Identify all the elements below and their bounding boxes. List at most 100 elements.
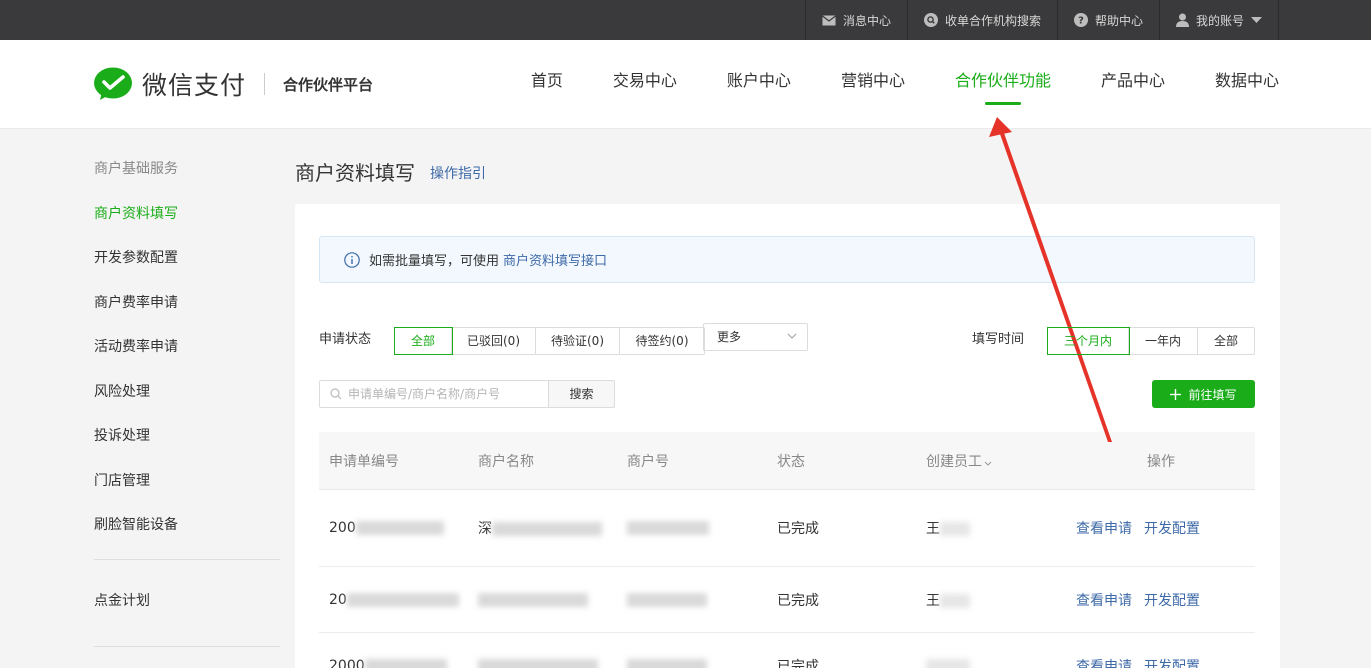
nav-transactions[interactable]: 交易中心 [613, 40, 677, 129]
nav-products[interactable]: 产品中心 [1101, 40, 1165, 129]
search-field [319, 380, 548, 408]
cell-id-prefix: 2000 [329, 657, 365, 668]
top-item-help[interactable]: ? 帮助中心 [1056, 0, 1159, 40]
more-status-value: 更多 [717, 330, 742, 344]
platform-name: 合作伙伴平台 [283, 75, 374, 94]
sidebar-item-stores[interactable]: 门店管理 [94, 462, 280, 507]
sidebar-item-gold-plan[interactable]: 点金计划 [94, 582, 280, 627]
sidebar-divider [94, 558, 280, 560]
top-item-messages[interactable]: 消息中心 [804, 0, 907, 40]
nav-marketing[interactable]: 营销中心 [841, 40, 905, 129]
top-item-label: 消息中心 [842, 13, 891, 28]
notice-text: 如需批量填写，可使用 [369, 254, 500, 269]
dev-config-link[interactable]: 开发配置 [1144, 590, 1200, 610]
plus-icon [1170, 388, 1182, 400]
cell-status: 已完成 [777, 521, 819, 537]
redacted-block [478, 658, 598, 668]
redacted-block [926, 658, 970, 668]
view-application-link[interactable]: 查看申请 [1076, 518, 1132, 538]
nav-data[interactable]: 数据中心 [1215, 40, 1279, 129]
cell-name: 深 [478, 518, 627, 538]
redacted-block [627, 521, 709, 535]
status-option-all[interactable]: 全部 [394, 327, 453, 355]
wechat-pay-logo-icon [94, 67, 134, 101]
caret-down-icon [1251, 16, 1262, 24]
cell-id-prefix: 200 [329, 520, 356, 536]
cell-status: 已完成 [777, 592, 819, 609]
sidebar-item-dev-config[interactable]: 开发参数配置 [94, 239, 280, 284]
time-option-all[interactable]: 全部 [1198, 328, 1254, 354]
status-option-pending-verify[interactable]: 待验证(0) [536, 328, 620, 354]
main-nav: 首页 交易中心 账户中心 营销中心 合作伙伴功能 产品中心 数据中心 [481, 40, 1279, 129]
help-icon: ? [1073, 13, 1088, 27]
column-header-actions: 操作 [1147, 453, 1175, 470]
more-status-select[interactable]: 更多 [703, 323, 808, 351]
go-fill-button[interactable]: 前往填写 [1152, 380, 1255, 408]
redacted-block [478, 592, 588, 607]
view-application-link[interactable]: 查看申请 [1076, 590, 1132, 610]
cell-staff: 王 [926, 518, 1076, 538]
cell-actions: 查看申请 开发配置 [1076, 518, 1255, 538]
time-filter-group: 三个月内 一年内 全部 [1047, 327, 1255, 355]
top-item-label: 收单合作机构搜索 [944, 13, 1041, 28]
top-item-acquirer-search[interactable]: 收单合作机构搜索 [906, 0, 1057, 40]
cell-merchant-no [627, 658, 777, 668]
content-card: 如需批量填写，可使用 商户资料填写接口 申请状态 全部 已驳回(0) 待验证(0… [295, 204, 1280, 668]
sidebar-item-merchant-info[interactable]: 商户资料填写 [94, 195, 280, 240]
nav-account[interactable]: 账户中心 [727, 40, 791, 129]
sidebar-item-risk[interactable]: 风险处理 [94, 373, 280, 418]
time-option-three-months[interactable]: 三个月内 [1047, 327, 1130, 355]
cell-id: 200 [319, 520, 478, 536]
info-notice: 如需批量填写，可使用 商户资料填写接口 [319, 236, 1255, 283]
cell-id: 2000 [319, 658, 478, 668]
cell-name [478, 592, 627, 608]
sidebar: 商户基础服务 商户资料填写 开发参数配置 商户费率申请 活动费率申请 风险处理 … [94, 150, 280, 647]
column-header-name: 商户名称 [478, 453, 534, 470]
cell-merchant-no [627, 592, 777, 608]
table-row: 20 已完成 王 查看申请 开发配置 [319, 567, 1255, 633]
cell-id-prefix: 20 [329, 591, 347, 608]
status-option-pending-sign[interactable]: 待签约(0) [620, 328, 704, 354]
top-bar-menu: 消息中心 收单合作机构搜索 ? 帮助中心 我的账号 [804, 0, 1279, 40]
cell-staff: 王 [926, 590, 1076, 610]
sidebar-group-title: 商户基础服务 [94, 161, 178, 177]
dev-config-link[interactable]: 开发配置 [1144, 518, 1200, 538]
search-circle-icon [923, 13, 938, 27]
cell-name [478, 658, 627, 668]
status-filter-label: 申请状态 [319, 332, 372, 347]
dev-config-link[interactable]: 开发配置 [1144, 656, 1200, 668]
main-header: 微信支付 合作伙伴平台 首页 交易中心 账户中心 营销中心 合作伙伴功能 产品中… [0, 40, 1371, 129]
top-item-account[interactable]: 我的账号 [1158, 0, 1279, 40]
sidebar-item-face-devices[interactable]: 刷脸智能设备 [94, 506, 280, 551]
redacted-block [627, 592, 707, 607]
status-option-rejected[interactable]: 已驳回(0) [452, 328, 536, 354]
cell-actions: 查看申请 开发配置 [1076, 590, 1255, 610]
guide-link[interactable]: 操作指引 [430, 163, 486, 183]
sidebar-item-fee-apply[interactable]: 商户费率申请 [94, 284, 280, 329]
column-header-staff[interactable]: 创建员工 [926, 451, 1076, 471]
view-application-link[interactable]: 查看申请 [1076, 656, 1132, 668]
search-icon [330, 388, 342, 400]
redacted-block [940, 522, 970, 536]
search-input[interactable] [348, 387, 538, 401]
user-icon [1175, 13, 1189, 27]
table-row: 200 深 已完成 王 查看申请 开发配置 [319, 490, 1255, 567]
sidebar-divider [94, 646, 280, 647]
column-header-id: 申请单编号 [329, 453, 399, 470]
brand-name: 微信支付 [142, 71, 247, 100]
time-filter-label: 填写时间 [972, 332, 1025, 347]
sidebar-item-activity-fee[interactable]: 活动费率申请 [94, 328, 280, 373]
cell-staff-prefix: 王 [926, 521, 940, 537]
nav-partner-functions[interactable]: 合作伙伴功能 [955, 40, 1051, 129]
search-bar: 搜索 [319, 380, 615, 408]
search-button[interactable]: 搜索 [548, 380, 615, 408]
sidebar-item-complaints[interactable]: 投诉处理 [94, 417, 280, 462]
logo[interactable]: 微信支付 合作伙伴平台 [94, 66, 373, 102]
svg-text:?: ? [1078, 16, 1084, 27]
time-option-one-year[interactable]: 一年内 [1129, 328, 1198, 354]
cell-merchant-no [627, 520, 777, 536]
table-header: 申请单编号 商户名称 商户号 状态 创建员工 操作 [319, 432, 1255, 490]
notice-api-link[interactable]: 商户资料填写接口 [503, 250, 607, 269]
mail-icon [822, 15, 836, 26]
nav-home[interactable]: 首页 [531, 40, 563, 129]
